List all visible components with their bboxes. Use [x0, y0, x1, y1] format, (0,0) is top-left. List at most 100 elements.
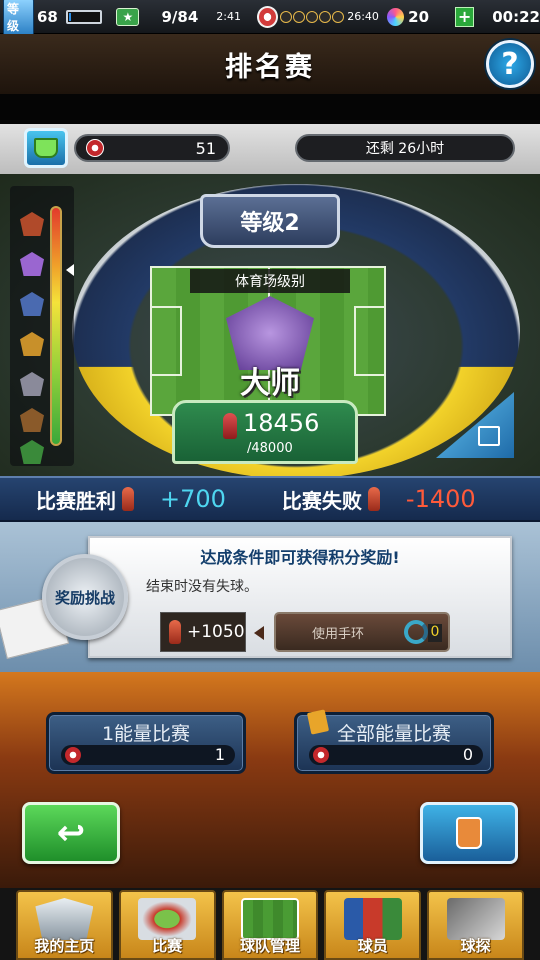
energy-dot — [332, 10, 345, 23]
xp-bar — [65, 9, 103, 24]
rank-tower[interactable] — [10, 186, 74, 466]
rank-tier-icon — [20, 212, 44, 236]
back-button[interactable]: ↩ — [22, 802, 120, 864]
rank-token-icon — [86, 139, 104, 157]
gem-count: 20 — [408, 7, 430, 26]
rank-progress-bar — [50, 206, 62, 446]
arrow-left-icon — [254, 626, 264, 640]
club-crest-icon — [35, 898, 94, 940]
wristband-icon — [404, 620, 428, 644]
energy-ball-icon — [65, 747, 81, 763]
energy-dot — [319, 10, 332, 23]
clock: 00:22 — [492, 7, 540, 26]
bottom-nav: 我的主页 比赛 球队管理 球员 球探 — [0, 888, 540, 960]
lose-token-icon — [367, 487, 380, 511]
basket-icon — [34, 138, 58, 158]
points-pill: 51 — [74, 134, 230, 162]
status-bar: 等级 68 ★ 9/84 2:41 26:40 20 + 00:22 — [0, 0, 540, 36]
header-divider — [0, 94, 540, 124]
xp-bar-fill — [68, 12, 72, 21]
play-all-energy-button[interactable]: 全部能量比赛 0 — [294, 709, 494, 774]
level-tag: 等级 — [3, 0, 34, 36]
add-gems-button[interactable]: + — [455, 6, 475, 27]
play-all-energy-label: 全部能量比赛 — [336, 723, 451, 745]
pitch-box-right — [354, 306, 386, 376]
formation-icon — [240, 898, 299, 940]
pitch-box-left — [150, 306, 182, 376]
energy-timer: 26:40 — [347, 10, 379, 23]
energy-dot — [280, 10, 293, 23]
ticket-icon: ★ — [116, 7, 140, 26]
grade-banner: 等级2 — [200, 194, 340, 248]
reward-basket-button[interactable] — [24, 128, 68, 168]
use-wristband-label: 使用手环 — [312, 626, 365, 642]
ticket-count: 9/84 — [161, 7, 199, 26]
rank-tier-icon — [20, 292, 44, 316]
challenge-title: 达成条件即可获得积分奖励! — [200, 548, 400, 567]
result-points-row: 比赛胜利 +700 比赛失败 -1400 — [0, 476, 540, 522]
play-one-energy-button[interactable]: 1能量比赛 1 — [46, 712, 246, 774]
title-bar: 排名赛 ? — [0, 34, 540, 94]
energy-cost-value: 1 — [214, 745, 225, 764]
time-remaining: 还剩 26小时 — [295, 134, 515, 162]
rank-pointer-icon — [66, 264, 74, 276]
info-row: 51 还剩 26小时 — [0, 124, 540, 174]
nav-my-home[interactable]: 我的主页 — [16, 890, 113, 960]
challenge-reward-value: +1050 — [187, 622, 245, 642]
nav-label: 我的主页 — [34, 937, 95, 955]
nav-label: 球探 — [460, 937, 491, 955]
use-wristband-button[interactable]: 使用手环 0 — [274, 612, 450, 652]
challenge-panel: 达成条件即可获得积分奖励! 结束时没有失球。 +1050 使用手环 0 奖励挑战 — [0, 522, 540, 672]
energy-dot — [293, 10, 306, 23]
nav-label: 比赛 — [152, 937, 183, 955]
wristband-count: 0 — [428, 624, 442, 642]
stadium-level-label: 体育场级别 — [190, 269, 350, 293]
gem-icon — [386, 7, 405, 26]
energy-dots — [280, 10, 345, 23]
nav-team-management[interactable]: 球队管理 — [221, 890, 319, 960]
level-value: 68 — [36, 7, 58, 26]
rank-tier-icon — [20, 440, 44, 464]
rank-tier-icon — [20, 408, 44, 432]
energy-cost-pill: 1 — [61, 745, 235, 765]
players-icon — [343, 898, 402, 940]
nav-scout[interactable]: 球探 — [427, 890, 524, 960]
challenge-condition: 结束时没有失球。 — [146, 579, 258, 595]
stadium-icon — [138, 898, 197, 940]
lose-value: -1400 — [405, 485, 476, 513]
lose-label: 比赛失败 — [281, 488, 362, 513]
rank-tier-icon — [20, 372, 44, 396]
reward-token-icon — [169, 620, 181, 644]
win-value: +700 — [160, 485, 226, 513]
nav-match[interactable]: 比赛 — [118, 890, 216, 960]
score-box: 18456 /48000 — [172, 400, 358, 464]
win-label: 比赛胜利 — [36, 488, 116, 513]
energy-dot — [306, 10, 319, 23]
ticket-timer: 2:41 — [216, 10, 241, 23]
scout-cards-icon — [446, 898, 505, 940]
challenge-card: 达成条件即可获得积分奖励! 结束时没有失球。 +1050 使用手环 0 — [88, 536, 512, 658]
rank-tier-icon — [20, 332, 44, 356]
score-token-icon — [223, 413, 237, 439]
win-token-icon — [122, 487, 134, 511]
score-value: 18456 — [243, 409, 320, 437]
energy-cost-pill: 0 — [309, 745, 483, 765]
score-total: /48000 — [247, 441, 293, 456]
nav-label: 球队管理 — [239, 937, 300, 955]
rank-tier-icon — [20, 252, 44, 276]
nav-players[interactable]: 球员 — [324, 890, 422, 960]
help-button[interactable]: ? — [486, 40, 534, 88]
nav-label: 球员 — [357, 937, 388, 955]
energy-ball-icon — [256, 5, 279, 28]
gift-icon — [478, 426, 500, 446]
energy-cost-value: 0 — [462, 745, 473, 764]
item-shop-button[interactable] — [420, 802, 518, 864]
play-one-energy-label: 1能量比赛 — [101, 723, 191, 745]
challenge-reward: +1050 — [160, 612, 246, 652]
stadium-view: 等级2 体育场级别 大师 18456 /48000 — [0, 174, 540, 476]
points-value: 51 — [195, 138, 216, 158]
rank-name: 大师 — [240, 366, 300, 401]
consumable-icon — [456, 817, 482, 849]
energy-ball-icon — [313, 747, 329, 763]
reward-challenge-seal: 奖励挑战 — [42, 554, 128, 640]
